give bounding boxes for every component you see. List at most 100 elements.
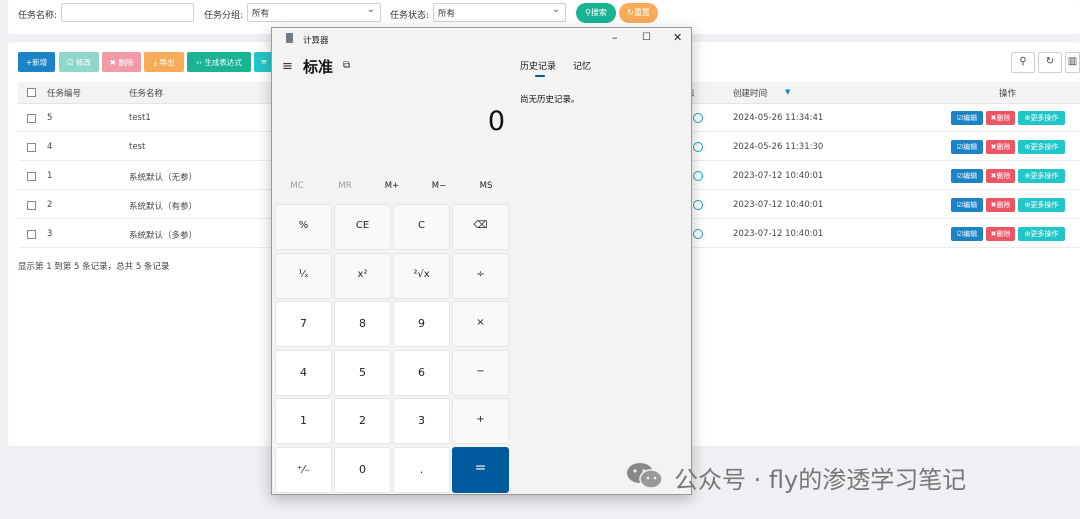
key-4-1[interactable]: 2	[334, 398, 391, 444]
row-created-time: 2023-07-12 10:40:01	[733, 171, 824, 181]
row-checkbox[interactable]	[27, 201, 36, 210]
memory-key[interactable]: MS	[466, 181, 506, 191]
key-2-1[interactable]: 8	[334, 301, 391, 347]
key-2-2[interactable]: 9	[393, 301, 450, 347]
key-2-3[interactable]: ×	[452, 301, 509, 347]
key-3-0[interactable]: 4	[275, 349, 332, 396]
delete-button[interactable]: ✖ 删除	[102, 52, 141, 72]
reset-button[interactable]: ↻重置	[619, 3, 658, 23]
row-more-button[interactable]: ⊕更多操作	[1018, 227, 1065, 241]
row-checkbox[interactable]	[27, 114, 36, 123]
row-checkbox[interactable]	[27, 143, 36, 152]
key-3-1[interactable]: 5	[334, 349, 391, 396]
key-4-3[interactable]: +	[452, 398, 509, 444]
calculator-mode: 标准	[303, 58, 334, 76]
close-icon[interactable]: ✕	[673, 31, 682, 44]
key-4-0[interactable]: 1	[275, 398, 332, 444]
status-toggle-icon[interactable]	[693, 200, 703, 210]
tab-memory[interactable]: 记忆	[573, 59, 591, 72]
generate-expression-button[interactable]: ‹› 生成表达式	[187, 52, 251, 72]
row-task-id: 2	[47, 200, 53, 210]
memory-key[interactable]: MR	[325, 181, 365, 191]
window-title: 计算器	[303, 36, 329, 46]
calculator-window: 计算器 – ☐ ✕ ≡ 标准 ⧉ 0 MC MR M+ M− MS % CE C ⌫ ¹⁄ₓ x²…	[271, 27, 692, 495]
status-toggle-icon[interactable]	[693, 171, 703, 181]
search-button[interactable]: ⚲搜索	[576, 3, 616, 23]
menu-icon[interactable]: ≡	[282, 59, 293, 74]
row-task-name: test	[129, 142, 146, 152]
row-task-id: 4	[47, 142, 53, 152]
row-more-button[interactable]: ⊕更多操作	[1018, 169, 1065, 183]
key-0-0[interactable]: %	[275, 204, 332, 250]
row-checkbox[interactable]	[27, 230, 36, 239]
row-edit-button[interactable]: ☑编辑	[951, 198, 983, 212]
active-tab-indicator	[535, 75, 545, 77]
search-toggle-button[interactable]: ⚲	[1011, 52, 1035, 73]
key-1-2[interactable]: ²√x	[393, 252, 450, 299]
sort-desc-icon[interactable]: ▼	[785, 88, 790, 96]
key-0-1[interactable]: CE	[334, 204, 391, 250]
key-1-1[interactable]: x²	[334, 252, 391, 299]
maximize-icon[interactable]: ☐	[642, 32, 651, 43]
key-3-2[interactable]: 6	[393, 349, 450, 396]
key-0-2[interactable]: C	[393, 204, 450, 250]
key-5-3[interactable]: =	[452, 446, 509, 493]
status-toggle-icon[interactable]	[693, 229, 703, 239]
task-group-select[interactable]: 所有	[247, 3, 381, 22]
key-5-2[interactable]: .	[393, 446, 450, 493]
tab-history[interactable]: 历史记录	[520, 59, 556, 72]
row-more-button[interactable]: ⊕更多操作	[1018, 198, 1065, 212]
refresh-button[interactable]: ↻	[1038, 52, 1062, 73]
edit-button[interactable]: ☑ 修改	[59, 52, 99, 72]
search-icon: ⚲	[1019, 56, 1027, 67]
add-button[interactable]: +新增	[18, 52, 55, 72]
row-more-button[interactable]: ⊕更多操作	[1018, 111, 1065, 125]
row-delete-button[interactable]: ✖删除	[986, 227, 1015, 241]
row-task-name: test1	[129, 113, 151, 123]
row-edit-button[interactable]: ☑编辑	[951, 111, 983, 125]
pagination-info: 显示第 1 到第 5 条记录，总共 5 条记录	[18, 262, 170, 272]
row-task-id: 5	[47, 113, 53, 123]
key-4-2[interactable]: 3	[393, 398, 450, 444]
memory-key[interactable]: M+	[372, 181, 412, 191]
task-status-select[interactable]: 所有	[433, 3, 566, 22]
memory-key[interactable]: M−	[419, 181, 459, 191]
row-more-button[interactable]: ⊕更多操作	[1018, 140, 1065, 154]
list-icon: ≡	[260, 57, 268, 66]
row-task-name: 系统默认（无参）	[129, 173, 198, 183]
row-delete-button[interactable]: ✖删除	[986, 198, 1015, 212]
status-toggle-icon[interactable]	[693, 113, 703, 123]
row-task-name: 系统默认（有参）	[129, 202, 198, 212]
col-actions: 操作	[999, 89, 1017, 99]
export-button[interactable]: ⤓ 导出	[144, 52, 184, 72]
row-edit-button[interactable]: ☑编辑	[951, 169, 983, 183]
task-name-input[interactable]	[61, 3, 194, 22]
key-5-1[interactable]: 0	[334, 446, 391, 493]
key-3-3[interactable]: −	[452, 349, 509, 396]
key-2-0[interactable]: 7	[275, 301, 332, 347]
refresh-icon: ↻	[1045, 56, 1055, 67]
row-edit-button[interactable]: ☑编辑	[951, 227, 983, 241]
minimize-icon[interactable]: –	[612, 31, 618, 44]
row-created-time: 2023-07-12 10:40:01	[733, 229, 824, 239]
select-all-checkbox[interactable]	[27, 88, 36, 97]
memory-key[interactable]: MC	[277, 181, 317, 191]
col-task-id[interactable]: 任务编号	[47, 87, 81, 99]
key-1-3[interactable]: ÷	[452, 252, 509, 299]
row-created-time: 2024-05-26 11:31:30	[733, 142, 824, 152]
key-0-3[interactable]: ⌫	[452, 204, 509, 250]
col-created-time[interactable]: 创建时间	[733, 87, 767, 99]
row-created-time: 2023-07-12 10:40:01	[733, 200, 824, 210]
key-5-0[interactable]: ⁺⁄₋	[275, 446, 332, 493]
keep-on-top-icon[interactable]: ⧉	[343, 60, 350, 71]
status-toggle-icon[interactable]	[693, 142, 703, 152]
row-delete-button[interactable]: ✖删除	[986, 111, 1015, 125]
row-edit-button[interactable]: ☑编辑	[951, 140, 983, 154]
columns-button[interactable]: ▥	[1065, 52, 1080, 73]
row-checkbox[interactable]	[27, 172, 36, 181]
task-group-label: 任务分组:	[204, 11, 244, 21]
col-task-name[interactable]: 任务名称	[129, 87, 163, 99]
key-1-0[interactable]: ¹⁄ₓ	[275, 252, 332, 299]
row-delete-button[interactable]: ✖删除	[986, 140, 1015, 154]
row-delete-button[interactable]: ✖删除	[986, 169, 1015, 183]
